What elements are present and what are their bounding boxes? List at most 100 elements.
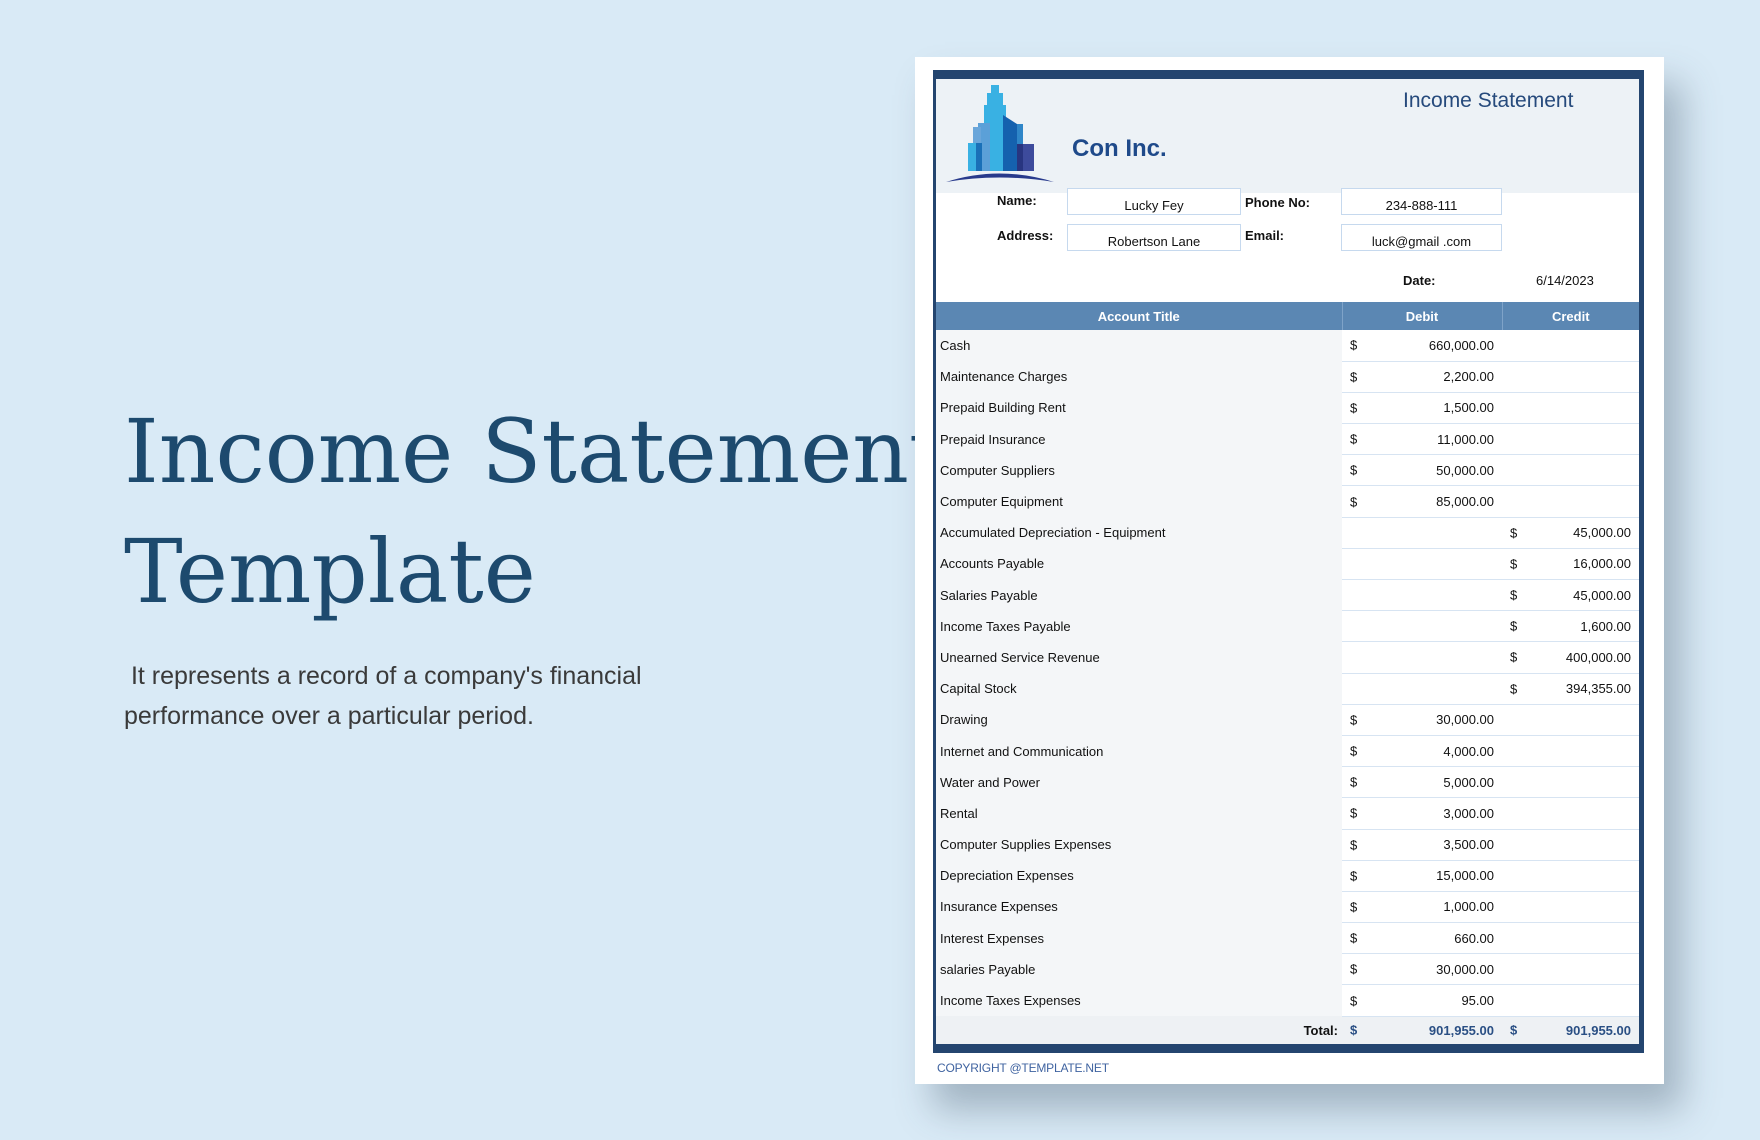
credit-cell[interactable]: $394,355.00 [1502, 673, 1639, 705]
debit-value: 85,000.00 [1436, 494, 1494, 510]
address-field[interactable]: Robertson Lane [1067, 224, 1241, 251]
credit-cell[interactable] [1502, 953, 1639, 986]
table-row: Insurance Expenses $1,000.00 [936, 891, 1639, 924]
credit-cell[interactable] [1502, 454, 1639, 487]
account-title-cell[interactable]: Internet and Communication [936, 735, 1342, 767]
credit-cell[interactable] [1502, 735, 1639, 768]
account-title-cell[interactable]: Maintenance Charges [936, 361, 1342, 393]
name-field[interactable]: Lucky Fey [1067, 188, 1241, 215]
credit-cell[interactable] [1502, 922, 1639, 955]
date-value[interactable]: 6/14/2023 [1536, 273, 1594, 288]
account-title-cell[interactable]: Income Taxes Expenses [936, 984, 1342, 1017]
credit-cell[interactable]: $400,000.00 [1502, 641, 1639, 674]
hero-title-line-2: Template [124, 520, 536, 623]
debit-value: 660.00 [1454, 930, 1494, 946]
account-title-cell[interactable]: Drawing [936, 704, 1342, 736]
debit-value: 1,000.00 [1443, 899, 1494, 915]
debit-cell[interactable]: $2,200.00 [1342, 361, 1502, 393]
table-row: Accounts Payable $16,000.00 [936, 548, 1639, 581]
debit-cell[interactable] [1342, 517, 1502, 549]
account-title-cell[interactable]: Water and Power [936, 766, 1342, 798]
account-title-cell[interactable]: Capital Stock [936, 673, 1342, 705]
credit-cell[interactable] [1502, 797, 1639, 830]
credit-cell[interactable]: $16,000.00 [1502, 548, 1639, 581]
document-body: Con Inc. Income Statement Name: Lucky Fe… [936, 79, 1639, 1045]
credit-cell[interactable] [1502, 330, 1639, 362]
account-title-cell[interactable]: Computer Equipment [936, 485, 1342, 518]
credit-cell[interactable]: $45,000.00 [1502, 579, 1639, 612]
currency-symbol: $ [1350, 774, 1358, 790]
credit-cell[interactable] [1502, 766, 1639, 799]
debit-value: 11,000.00 [1437, 431, 1494, 447]
debit-cell[interactable]: $30,000.00 [1342, 953, 1502, 986]
account-title-cell[interactable]: Insurance Expenses [936, 891, 1342, 923]
debit-cell[interactable]: $4,000.00 [1342, 735, 1502, 768]
currency-symbol: $ [1350, 899, 1358, 915]
account-title-cell[interactable]: Accounts Payable [936, 548, 1342, 580]
debit-cell[interactable]: $3,500.00 [1342, 829, 1502, 861]
credit-cell[interactable] [1502, 423, 1639, 456]
credit-cell[interactable] [1502, 392, 1639, 425]
document-header: Con Inc. Income Statement [936, 79, 1639, 193]
account-title-cell[interactable]: Prepaid Insurance [936, 423, 1342, 455]
debit-cell[interactable]: $95.00 [1342, 984, 1502, 1017]
debit-cell[interactable]: $1,500.00 [1342, 392, 1502, 425]
account-title-cell[interactable]: Unearned Service Revenue [936, 641, 1342, 674]
debit-cell[interactable]: $3,000.00 [1342, 797, 1502, 830]
account-title-cell[interactable]: Salaries Payable [936, 579, 1342, 611]
debit-cell[interactable]: $660,000.00 [1342, 330, 1502, 362]
credit-cell[interactable] [1502, 891, 1639, 924]
credit-cell[interactable] [1502, 860, 1639, 892]
debit-cell[interactable]: $85,000.00 [1342, 485, 1502, 518]
account-title-cell[interactable]: Accumulated Depreciation - Equipment [936, 517, 1342, 549]
account-title-cell[interactable]: Interest Expenses [936, 922, 1342, 954]
credit-value: 394,355.00 [1565, 681, 1631, 697]
credit-cell[interactable] [1502, 704, 1639, 736]
column-header-debit: Debit [1342, 302, 1503, 330]
debit-cell[interactable] [1342, 610, 1502, 643]
debit-value: 660,000.00 [1428, 337, 1494, 353]
debit-cell[interactable]: $660.00 [1342, 922, 1502, 955]
phone-field[interactable]: 234-888-111 [1341, 188, 1502, 215]
email-field[interactable]: luck@gmail .com [1341, 224, 1502, 251]
credit-cell[interactable] [1502, 361, 1639, 393]
table-row: Salaries Payable $45,000.00 [936, 579, 1639, 612]
table-row: salaries Payable $30,000.00 [936, 953, 1639, 986]
currency-symbol: $ [1350, 712, 1358, 728]
debit-cell[interactable]: $30,000.00 [1342, 704, 1502, 736]
currency-symbol: $ [1350, 961, 1358, 977]
debit-cell[interactable]: $50,000.00 [1342, 454, 1502, 487]
account-title-cell[interactable]: Computer Supplies Expenses [936, 829, 1342, 861]
debit-cell[interactable] [1342, 548, 1502, 581]
debit-cell[interactable]: $15,000.00 [1342, 860, 1502, 892]
debit-cell[interactable] [1342, 579, 1502, 612]
account-title-cell[interactable]: Computer Suppliers [936, 454, 1342, 486]
account-title-cell[interactable]: salaries Payable [936, 953, 1342, 985]
debit-cell[interactable]: $11,000.00 [1342, 423, 1502, 456]
currency-symbol: $ [1510, 618, 1518, 634]
debit-cell[interactable] [1342, 641, 1502, 674]
currency-symbol: $ [1510, 556, 1518, 572]
debit-cell[interactable]: $1,000.00 [1342, 891, 1502, 924]
table-row: Prepaid Insurance $11,000.00 [936, 423, 1639, 456]
debit-cell[interactable] [1342, 673, 1502, 705]
credit-cell[interactable] [1502, 829, 1639, 861]
account-title-cell[interactable]: Prepaid Building Rent [936, 392, 1342, 424]
currency-symbol: $ [1350, 369, 1358, 385]
credit-cell[interactable] [1502, 485, 1639, 518]
hero-subtitle: It represents a record of a company's fi… [124, 662, 649, 730]
credit-cell[interactable]: $45,000.00 [1502, 517, 1639, 549]
debit-value: 4,000.00 [1443, 743, 1494, 759]
account-title-cell[interactable]: Rental [936, 797, 1342, 829]
ledger-table: Account Title Debit Credit Cash $660,000.… [936, 302, 1639, 1045]
table-row: Water and Power $5,000.00 [936, 766, 1639, 799]
table-row: Maintenance Charges $2,200.00 [936, 361, 1639, 393]
credit-cell[interactable] [1502, 984, 1639, 1017]
account-title-cell[interactable]: Depreciation Expenses [936, 860, 1342, 892]
account-title-cell[interactable]: Cash [936, 330, 1342, 362]
debit-cell[interactable]: $5,000.00 [1342, 766, 1502, 799]
credit-cell[interactable]: $1,600.00 [1502, 610, 1639, 643]
hero-title-line-1: Income Statement [124, 400, 945, 503]
account-title-cell[interactable]: Income Taxes Payable [936, 610, 1342, 642]
currency-symbol: $ [1350, 743, 1358, 759]
